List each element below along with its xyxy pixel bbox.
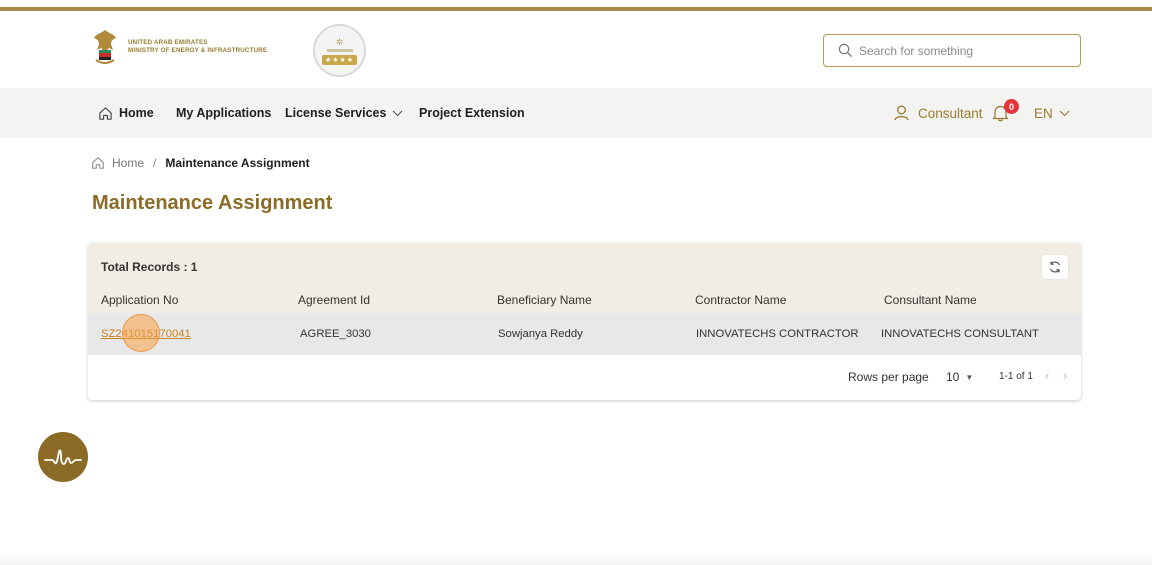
caret-down-icon: ▼ (965, 372, 974, 382)
notifications-button[interactable]: 0 (992, 99, 1020, 127)
next-page-icon[interactable]: › (1063, 368, 1067, 383)
refresh-icon (1049, 261, 1061, 273)
badge-divider (326, 48, 353, 52)
nav-my-applications[interactable]: My Applications (176, 88, 271, 138)
ministry-logo[interactable]: UNITED ARAB EMIRATES MINISTRY OF ENERGY … (93, 28, 267, 66)
rows-per-page-select[interactable]: 10 ▼ (946, 370, 973, 384)
prev-page-icon[interactable]: ‹ (1045, 368, 1049, 383)
nav-project-extension[interactable]: Project Extension (419, 88, 525, 138)
search-input[interactable] (859, 43, 1059, 58)
footer-shadow (0, 555, 1152, 565)
page-range: 1-1 of 1 (999, 371, 1033, 382)
agreement-id-cell: AGREE_3030 (300, 328, 371, 340)
language-selector[interactable]: EN (1034, 88, 1076, 138)
consultant-name-cell: INNOVATECHS CONSULTANT (881, 328, 1039, 340)
nav-home[interactable]: Home (98, 88, 154, 138)
user-name: Consultant (918, 105, 983, 121)
nav-project-extension-label: Project Extension (419, 106, 525, 120)
rows-per-page-value: 10 (946, 370, 960, 384)
breadcrumb-home[interactable]: Home (112, 156, 144, 170)
table-row[interactable]: SZ241015170041 AGREE_3030 Sowjanya Reddy… (88, 313, 1081, 355)
ministry-name-line1: UNITED ARAB EMIRATES (128, 39, 208, 46)
nav-my-applications-label: My Applications (176, 106, 272, 120)
star-rating-badge: ✲ ★★★★ (313, 24, 366, 77)
records-table: Total Records : 1 Application No Agreeme… (88, 243, 1081, 400)
contractor-name-cell: INNOVATECHS CONTRACTOR (696, 328, 859, 340)
nav-home-label: Home (119, 106, 154, 120)
breadcrumb: Home / Maintenance Assignment (91, 156, 310, 170)
breadcrumb-current: Maintenance Assignment (165, 156, 310, 170)
badge-emblem-icon: ✲ (335, 36, 344, 47)
assistant-button[interactable] (38, 432, 88, 482)
uae-emblem-icon (94, 30, 116, 64)
ministry-name-line2: MINISTRY OF ENERGY & INFRASTRUCTURE (128, 47, 268, 54)
header: UNITED ARAB EMIRATES MINISTRY OF ENERGY … (0, 11, 1152, 88)
table-header: Total Records : 1 Application No Agreeme… (88, 243, 1081, 313)
user-menu[interactable]: Consultant (894, 88, 983, 138)
column-header-beneficiary-name[interactable]: Beneficiary Name (497, 293, 592, 307)
pagination: Rows per page 10 ▼ 1-1 of 1 ‹ › (88, 363, 1081, 391)
rows-per-page-label: Rows per page (848, 370, 929, 384)
nav-license-services[interactable]: License Services (285, 88, 409, 138)
search-box[interactable] (823, 34, 1081, 67)
column-header-application-no[interactable]: Application No (101, 293, 178, 307)
chevron-down-icon (1059, 110, 1070, 116)
stars-icon: ★★★★ (321, 54, 358, 65)
home-icon[interactable] (91, 156, 105, 170)
nav-license-services-label: License Services (285, 106, 387, 120)
refresh-button[interactable] (1042, 255, 1068, 279)
language-label: EN (1034, 105, 1053, 121)
main-nav: Home My Applications License Services Pr… (0, 88, 1152, 138)
click-indicator (122, 314, 160, 352)
notification-count-badge: 0 (1004, 99, 1019, 114)
beneficiary-name-cell: Sowjanya Reddy (498, 328, 583, 340)
user-icon (894, 105, 909, 121)
chevron-down-icon (393, 110, 403, 116)
total-records: Total Records : 1 (101, 260, 198, 274)
search-icon (838, 43, 853, 58)
page-title: Maintenance Assignment (92, 192, 333, 214)
column-header-contractor-name[interactable]: Contractor Name (695, 293, 786, 307)
breadcrumb-separator: / (153, 156, 157, 170)
column-header-agreement-id[interactable]: Agreement Id (298, 293, 370, 307)
column-header-consultant-name[interactable]: Consultant Name (884, 293, 977, 307)
home-icon (99, 106, 112, 120)
assistant-logo-icon (44, 449, 82, 465)
